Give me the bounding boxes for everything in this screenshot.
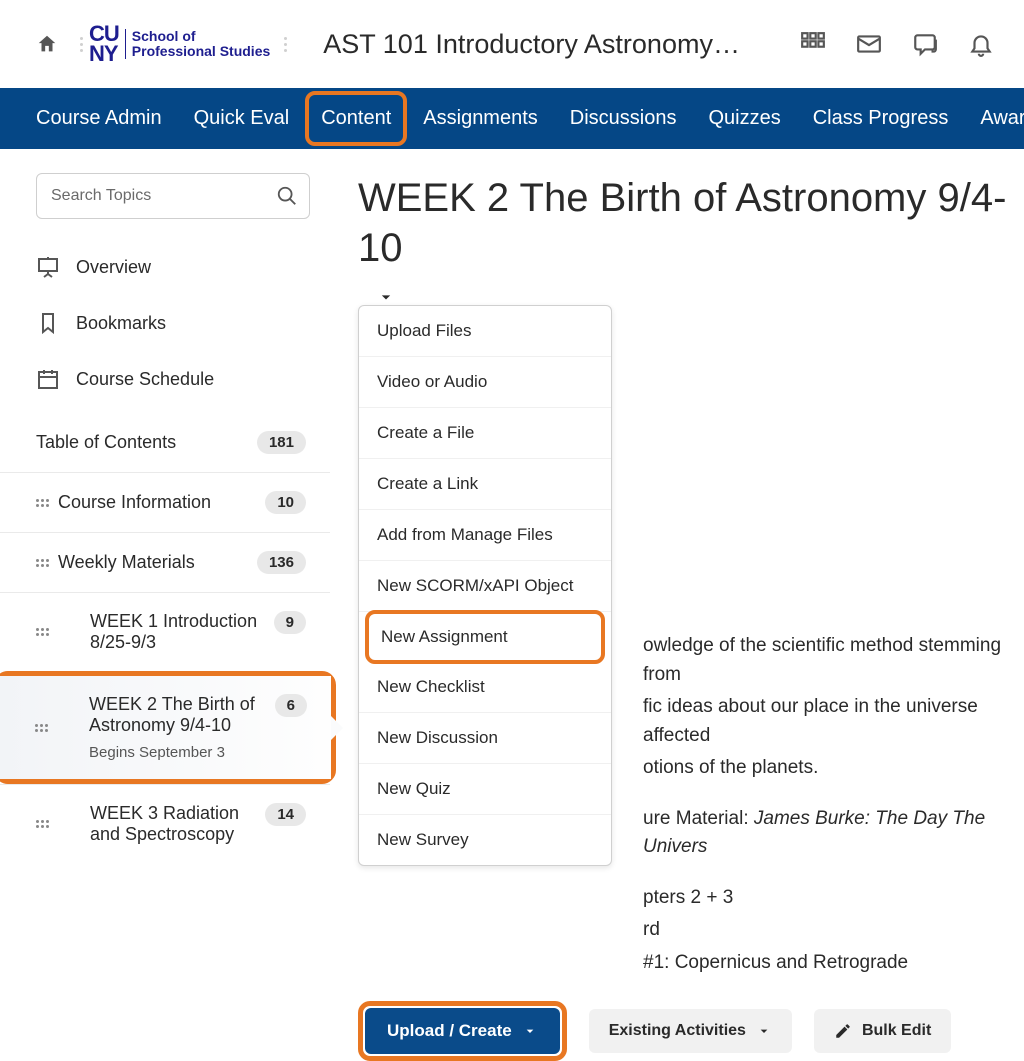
menu-new-assignment[interactable]: New Assignment bbox=[369, 614, 601, 660]
highlight-new-assignment: New Assignment bbox=[365, 610, 605, 664]
toc-header[interactable]: Table of Contents 181 bbox=[0, 407, 330, 472]
chevron-down-icon bbox=[522, 1023, 538, 1039]
button-label: Upload / Create bbox=[387, 1021, 512, 1041]
toc-label: Table of Contents bbox=[36, 432, 176, 453]
toc-week-count: 14 bbox=[265, 803, 306, 826]
menu-new-survey[interactable]: New Survey bbox=[359, 815, 611, 865]
menu-new-quiz[interactable]: New Quiz bbox=[359, 764, 611, 815]
toc-week-count: 9 bbox=[274, 611, 306, 634]
module-description: owledge of the scientific method stemmin… bbox=[643, 632, 1024, 977]
button-label: Existing Activities bbox=[609, 1022, 746, 1040]
toc-week-3[interactable]: WEEK 3 Radiation and Spectroscopy 14 bbox=[0, 784, 330, 863]
divider-icon bbox=[80, 37, 83, 52]
course-title[interactable]: AST 101 Introductory Astronomy (… bbox=[323, 29, 743, 60]
toc-item-count: 10 bbox=[265, 491, 306, 514]
toc-week-label: WEEK 1 Introduction 8/25-9/3 bbox=[58, 611, 274, 653]
desc-line: fic ideas about our place in the univers… bbox=[643, 693, 1024, 750]
search-input[interactable] bbox=[36, 173, 310, 219]
menu-upload-files[interactable]: Upload Files bbox=[359, 306, 611, 357]
toc-item-label: Weekly Materials bbox=[58, 552, 257, 573]
drag-handle-icon[interactable] bbox=[36, 559, 50, 567]
apps-grid-icon[interactable] bbox=[800, 31, 826, 57]
presentation-icon bbox=[36, 255, 60, 279]
page-title: WEEK 2 The Birth of Astronomy 9/4-10 bbox=[358, 173, 1024, 273]
toc-item-count: 136 bbox=[257, 551, 306, 574]
logo-mark: CU NY bbox=[89, 24, 119, 64]
sidebar-schedule[interactable]: Course Schedule bbox=[0, 351, 330, 407]
upload-create-menu: Upload Files Video or Audio Create a Fil… bbox=[358, 305, 612, 866]
toc-week-1[interactable]: WEEK 1 Introduction 8/25-9/3 9 bbox=[0, 592, 330, 671]
list-line: pters 2 + 3 bbox=[643, 884, 1024, 913]
list-line: #1: Copernicus and Retrograde bbox=[643, 949, 1024, 978]
highlight-week-2: WEEK 2 The Birth of Astronomy 9/4-10 Beg… bbox=[0, 671, 336, 784]
bulk-edit-button[interactable]: Bulk Edit bbox=[814, 1009, 951, 1053]
menu-video-or-audio[interactable]: Video or Audio bbox=[359, 357, 611, 408]
nav-course-admin[interactable]: Course Admin bbox=[20, 93, 178, 144]
content-area: WEEK 2 The Birth of Astronomy 9/4-10 Upl… bbox=[330, 149, 1024, 1061]
content-sidebar: Overview Bookmarks Course Schedule Table… bbox=[0, 149, 330, 1061]
menu-create-a-file[interactable]: Create a File bbox=[359, 408, 611, 459]
bookmark-icon bbox=[36, 311, 60, 335]
toc-week-label: WEEK 2 The Birth of Astronomy 9/4-10 bbox=[57, 694, 275, 736]
toc-count-badge: 181 bbox=[257, 431, 306, 454]
nav-class-progress[interactable]: Class Progress bbox=[797, 93, 965, 144]
drag-handle-icon[interactable] bbox=[36, 499, 50, 507]
sidebar-overview[interactable]: Overview bbox=[0, 239, 330, 295]
nav-assignments[interactable]: Assignments bbox=[407, 93, 554, 144]
toc-item-label: Course Information bbox=[58, 492, 265, 513]
highlight-upload-create: Upload / Create bbox=[358, 1001, 567, 1061]
main-layout: Overview Bookmarks Course Schedule Table… bbox=[0, 149, 1024, 1061]
header-icon-group bbox=[800, 31, 994, 57]
calendar-icon bbox=[36, 367, 60, 391]
pencil-icon bbox=[834, 1022, 852, 1040]
search-topics-wrap bbox=[36, 173, 310, 219]
nav-quick-eval[interactable]: Quick Eval bbox=[178, 93, 306, 144]
course-navbar: Course Admin Quick Eval Content Assignme… bbox=[0, 88, 1024, 149]
home-icon[interactable] bbox=[36, 33, 58, 55]
divider-icon bbox=[284, 37, 287, 52]
institution-logo[interactable]: CU NY School of Professional Studies bbox=[89, 24, 270, 64]
menu-add-from-manage-files[interactable]: Add from Manage Files bbox=[359, 510, 611, 561]
nav-quizzes[interactable]: Quizzes bbox=[692, 93, 796, 144]
chevron-down-icon bbox=[756, 1023, 772, 1039]
upload-create-button[interactable]: Upload / Create bbox=[365, 1008, 560, 1054]
toc-course-information[interactable]: Course Information 10 bbox=[0, 472, 330, 532]
logo-subtext: School of Professional Studies bbox=[125, 29, 270, 60]
toc-week-sublabel: Begins September 3 bbox=[57, 744, 275, 761]
drag-handle-icon[interactable] bbox=[36, 628, 50, 636]
menu-new-discussion[interactable]: New Discussion bbox=[359, 713, 611, 764]
sidebar-schedule-label: Course Schedule bbox=[76, 369, 214, 390]
sidebar-overview-label: Overview bbox=[76, 257, 151, 278]
chat-icon[interactable] bbox=[912, 31, 938, 57]
drag-handle-icon[interactable] bbox=[35, 724, 49, 732]
chevron-down-icon bbox=[376, 287, 396, 307]
menu-new-scorm-xapi[interactable]: New SCORM/xAPI Object bbox=[359, 561, 611, 612]
toc-week-count: 6 bbox=[275, 694, 307, 717]
toc-week-2[interactable]: WEEK 2 The Birth of Astronomy 9/4-10 Beg… bbox=[0, 676, 331, 779]
lecture-line: ure Material: James Burke: The Day The U… bbox=[643, 805, 1024, 862]
content-action-bar: Upload / Create Existing Activities Bulk… bbox=[358, 1001, 1024, 1061]
nav-discussions[interactable]: Discussions bbox=[554, 93, 693, 144]
nav-content[interactable]: Content bbox=[309, 95, 403, 142]
menu-new-checklist[interactable]: New Checklist bbox=[359, 662, 611, 713]
drag-handle-icon[interactable] bbox=[36, 820, 50, 828]
mail-icon[interactable] bbox=[856, 31, 882, 57]
sidebar-bookmarks-label: Bookmarks bbox=[76, 313, 166, 334]
list-line: rd bbox=[643, 916, 1024, 945]
desc-line: owledge of the scientific method stemmin… bbox=[643, 632, 1024, 689]
menu-create-a-link[interactable]: Create a Link bbox=[359, 459, 611, 510]
bell-icon[interactable] bbox=[968, 31, 994, 57]
search-icon[interactable] bbox=[276, 185, 298, 207]
toc-week-label: WEEK 3 Radiation and Spectroscopy bbox=[58, 803, 265, 845]
highlight-nav-content: Content bbox=[305, 91, 407, 146]
sidebar-bookmarks[interactable]: Bookmarks bbox=[0, 295, 330, 351]
existing-activities-button[interactable]: Existing Activities bbox=[589, 1009, 792, 1053]
desc-line: otions of the planets. bbox=[643, 754, 1024, 783]
button-label: Bulk Edit bbox=[862, 1022, 931, 1040]
nav-awards[interactable]: Awards bbox=[964, 93, 1024, 144]
toc-weekly-materials[interactable]: Weekly Materials 136 bbox=[0, 532, 330, 592]
top-header: CU NY School of Professional Studies AST… bbox=[0, 0, 1024, 88]
